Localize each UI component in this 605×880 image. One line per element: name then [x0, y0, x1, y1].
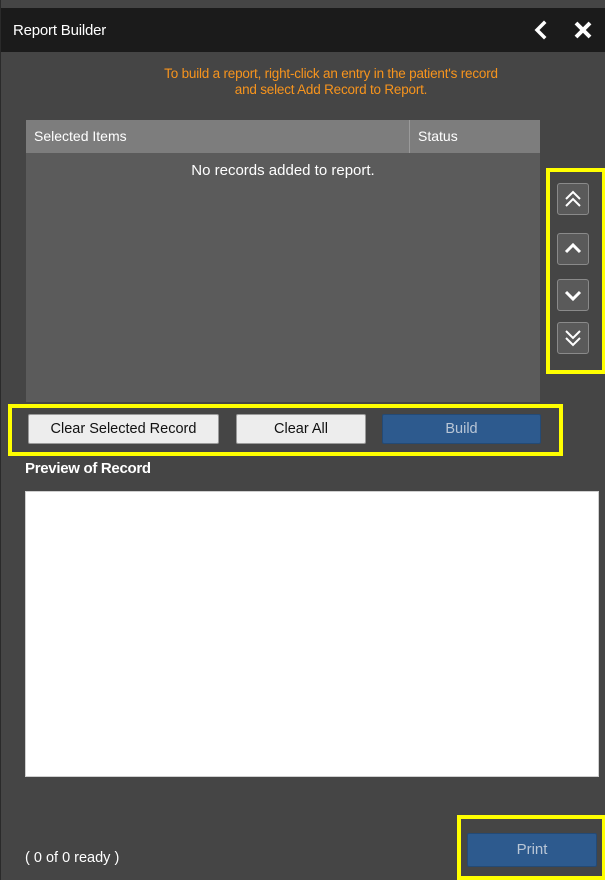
window-title: Report Builder — [13, 22, 107, 39]
title-bar: Report Builder — [1, 8, 605, 52]
highlight-print-button — [457, 815, 605, 880]
close-button[interactable] — [571, 18, 595, 42]
back-button[interactable] — [529, 18, 553, 42]
preview-label: Preview of Record — [25, 460, 151, 477]
selected-items-table[interactable]: Selected Items Status No records added t… — [26, 120, 540, 402]
ready-status: ( 0 of 0 ready ) — [25, 850, 120, 866]
record-preview-area[interactable] — [25, 491, 599, 777]
highlight-action-buttons — [8, 404, 563, 456]
chevron-left-icon — [534, 20, 547, 40]
instruction-line-1: To build a report, right-click an entry … — [164, 66, 498, 81]
table-header: Selected Items Status — [26, 120, 540, 153]
report-builder-panel: Report Builder To build a report, right-… — [0, 0, 605, 880]
column-header-selected-items[interactable]: Selected Items — [26, 120, 410, 153]
empty-table-message: No records added to report. — [191, 162, 375, 179]
instruction-line-2: and select Add Record to Report. — [234, 82, 428, 97]
instruction-text: To build a report, right-click an entry … — [71, 66, 591, 98]
close-icon — [574, 21, 592, 39]
column-header-status[interactable]: Status — [410, 120, 540, 153]
highlight-reorder-buttons — [546, 168, 605, 374]
